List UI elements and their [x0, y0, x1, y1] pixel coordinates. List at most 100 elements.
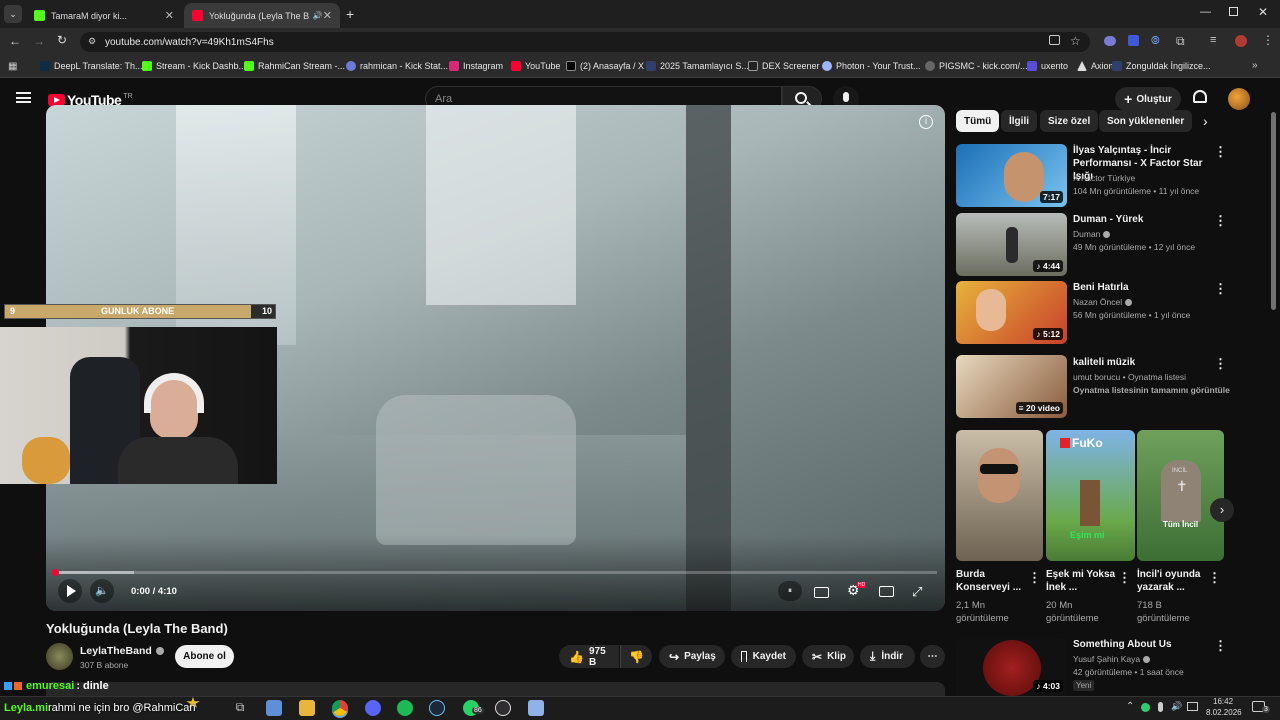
close-window-icon[interactable]: ✕ — [1258, 5, 1268, 19]
rec-thumbnail[interactable]: ♪ 4:03 — [956, 638, 1067, 696]
shorts-next-button[interactable]: › — [1210, 498, 1234, 522]
play-button[interactable] — [58, 579, 82, 603]
forward-icon[interactable]: → — [33, 34, 45, 48]
profile-avatar[interactable] — [1235, 35, 1247, 47]
bookmark-pigsmc[interactable]: PIGSMC - kick.com/... — [925, 61, 1028, 71]
more-icon[interactable]: ⋮ — [1214, 213, 1227, 229]
tab-search-button[interactable]: ⌄ — [4, 5, 22, 23]
short-thumbnail[interactable]: FuKo Eşim mi — [1046, 430, 1135, 561]
more-icon[interactable]: ⋮ — [1214, 356, 1227, 372]
bookmark-photon[interactable]: Photon - Your Trust... — [822, 61, 921, 71]
chrome-icon[interactable] — [332, 700, 348, 716]
bookmark-rahmican-stream[interactable]: RahmiCan Stream -... — [244, 61, 345, 71]
bookmark-star-icon[interactable]: ☆ — [1070, 34, 1081, 48]
site-info-icon[interactable]: ⚙ — [88, 36, 96, 47]
microphone-tray-icon[interactable] — [1158, 702, 1163, 712]
back-icon[interactable]: ← — [9, 34, 21, 48]
more-icon[interactable]: ⋮ — [1118, 570, 1131, 586]
steam-icon[interactable] — [429, 700, 445, 716]
subscribe-button[interactable]: Abone ol — [175, 645, 234, 668]
bookmark-uxento[interactable]: uxento — [1027, 61, 1068, 71]
extension-icon[interactable] — [1104, 36, 1116, 46]
short-thumbnail[interactable]: İNCİL ✝ Tüm İncil — [1137, 430, 1224, 561]
media-controls-icon[interactable]: ≡ — [1210, 34, 1216, 46]
speaker-icon[interactable]: 🔊 — [313, 11, 323, 20]
more-bookmarks-icon[interactable]: » — [1252, 60, 1258, 71]
save-button[interactable]: Kaydet — [731, 645, 796, 668]
channel-avatar[interactable] — [46, 643, 73, 670]
rec-title[interactable]: Duman - Yürek — [1073, 213, 1213, 226]
spotify-icon[interactable] — [397, 700, 413, 716]
bookmark-instagram[interactable]: Instagram — [449, 61, 503, 71]
short-title[interactable]: Eşek mi Yoksa İnek ... — [1046, 568, 1116, 594]
url-text[interactable]: youtube.com/watch?v=49Kh1mS4Fhs — [105, 37, 274, 48]
more-icon[interactable]: ⋮ — [1214, 281, 1227, 297]
dislike-button[interactable]: 👎 — [620, 645, 652, 668]
network-tray-icon[interactable] — [1187, 702, 1198, 711]
autoplay-toggle[interactable]: ⏸ — [778, 581, 802, 601]
bookmark-kick-dashboard[interactable]: Stream - Kick Dashb... — [142, 61, 246, 71]
like-button[interactable]: 👍 975 B — [559, 645, 619, 668]
more-icon[interactable]: ⋮ — [1214, 638, 1227, 654]
bookmark-dex-screener[interactable]: DEX Screener — [748, 61, 820, 71]
tray-green-icon[interactable] — [1141, 703, 1150, 712]
close-icon[interactable]: ✕ — [323, 9, 332, 22]
bookmark-youtube[interactable]: YouTube — [511, 61, 560, 71]
search-input[interactable]: Ara — [435, 93, 452, 105]
rec-title[interactable]: Beni Hatırla — [1073, 281, 1213, 294]
chip-recently-uploaded[interactable]: Son yüklenenler — [1099, 110, 1193, 132]
folder-icon[interactable] — [299, 700, 315, 716]
more-actions-button[interactable]: ⋯ — [920, 645, 945, 668]
page-scrollbar[interactable] — [1271, 112, 1276, 310]
short-thumbnail[interactable] — [956, 430, 1043, 561]
rec-channel[interactable]: Yusuf Şahin Kaya — [1073, 653, 1151, 666]
subtitles-button[interactable] — [814, 587, 829, 598]
view-full-playlist-link[interactable]: Oynatma listesinin tamamını görüntüle — [1073, 384, 1230, 397]
download-button[interactable]: ⤓ İndir — [860, 645, 915, 668]
rec-channel[interactable]: umut borucu • Oynatma listesi — [1073, 371, 1186, 384]
rec-thumbnail[interactable]: ♪ 4:44 — [956, 213, 1067, 276]
chip-related[interactable]: İlgili — [1001, 110, 1037, 132]
reload-icon[interactable]: ↻ — [57, 33, 67, 47]
volume-button[interactable]: 🔈 — [90, 579, 114, 603]
short-title[interactable]: İncil'i oyunda yazarak ... — [1137, 568, 1207, 594]
description-box[interactable] — [46, 682, 945, 696]
rec-title[interactable]: kaliteli müzik — [1073, 356, 1213, 369]
chip-for-you[interactable]: Size özel — [1040, 110, 1099, 132]
chip-all[interactable]: Tümü — [956, 110, 1000, 132]
apps-grid-icon[interactable]: ▦ — [8, 61, 17, 72]
clip-button[interactable]: ✂ Klip — [802, 645, 854, 668]
extensions-puzzle-icon[interactable]: ⧉ — [1176, 34, 1185, 49]
short-title[interactable]: Burda Konserveyi ... — [956, 568, 1026, 594]
playlist-thumbnail[interactable]: ≡ 20 video — [956, 355, 1067, 418]
more-icon[interactable]: ⋮ — [1214, 144, 1227, 160]
bookmark-axiom[interactable]: Axiom — [1077, 61, 1116, 71]
hamburger-menu-icon[interactable] — [16, 92, 31, 103]
file-explorer-icon[interactable] — [266, 700, 282, 716]
task-view-icon[interactable]: ⧉ — [232, 700, 248, 716]
rec-channel[interactable]: X Factor Türkiye — [1073, 172, 1135, 185]
bookmark-kick-stats[interactable]: rahmican - Kick Stat... — [346, 61, 448, 71]
info-icon[interactable]: i — [919, 115, 933, 129]
rec-thumbnail[interactable]: 7:17 — [956, 144, 1067, 207]
fullscreen-icon[interactable]: ⤢ — [912, 584, 922, 600]
channel-name[interactable]: LeylaTheBand — [80, 645, 164, 657]
restore-icon[interactable] — [1229, 7, 1238, 16]
share-button[interactable]: ↪ Paylaş — [659, 645, 725, 668]
seek-bar[interactable] — [54, 571, 937, 574]
bookmark-x[interactable]: (2) Anasayfa / X — [566, 61, 644, 71]
more-icon[interactable]: ⋮ — [1028, 570, 1041, 586]
tab-youtube-active[interactable]: Yokluğunda (Leyla The Band) 🔊 ✕ — [184, 3, 340, 28]
rec-channel[interactable]: Duman — [1073, 228, 1111, 241]
seek-handle[interactable] — [52, 569, 59, 576]
extension-icon[interactable]: ⦾ — [1151, 35, 1160, 48]
close-icon[interactable]: ✕ — [165, 9, 174, 22]
minimize-icon[interactable]: — — [1200, 6, 1211, 18]
rec-thumbnail[interactable]: ♪ 5:12 — [956, 281, 1067, 344]
settings-app-icon[interactable] — [528, 700, 544, 716]
clock-time[interactable]: 16:42 — [1213, 697, 1233, 706]
bookmark-deepl[interactable]: DeepL Translate: Th... — [40, 61, 143, 71]
install-app-icon[interactable] — [1049, 35, 1060, 45]
rec-channel[interactable]: Nazan Öncel — [1073, 296, 1133, 309]
more-icon[interactable]: ⋮ — [1208, 570, 1221, 586]
